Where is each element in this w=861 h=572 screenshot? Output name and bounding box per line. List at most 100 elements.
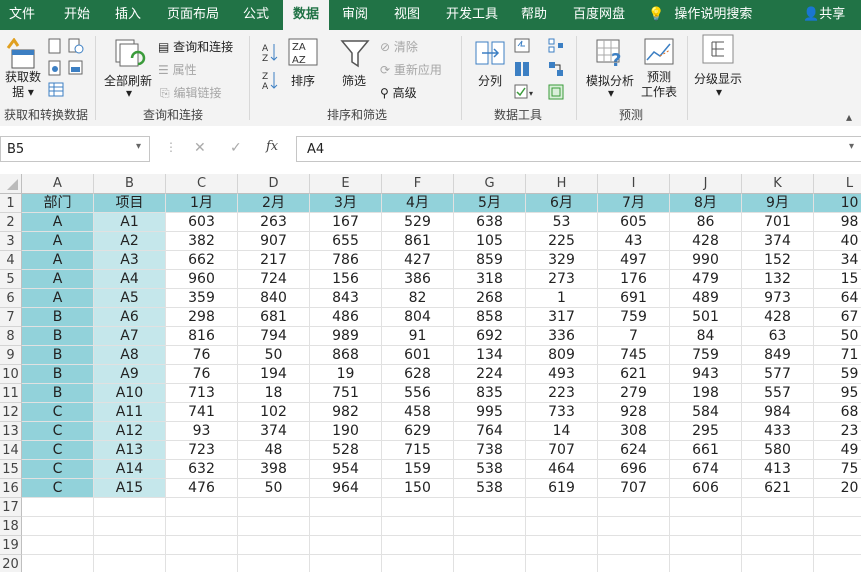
cell-D15[interactable]: 398 bbox=[238, 460, 310, 479]
cell-L18[interactable] bbox=[814, 517, 861, 536]
cell-L2[interactable]: 98 bbox=[814, 213, 861, 232]
cell-D14[interactable]: 48 bbox=[238, 441, 310, 460]
filter-button[interactable]: 筛选 bbox=[342, 72, 366, 89]
cell-C16[interactable]: 476 bbox=[166, 479, 238, 498]
cell-I7[interactable]: 759 bbox=[598, 308, 670, 327]
column-header-F[interactable]: F bbox=[382, 174, 454, 194]
sort-az-icon[interactable]: AZ bbox=[262, 42, 278, 65]
column-header-C[interactable]: C bbox=[166, 174, 238, 194]
sort-button[interactable]: 排序 bbox=[291, 72, 315, 89]
sort-za-icon[interactable]: ZA bbox=[262, 70, 278, 93]
cell-E11[interactable]: 751 bbox=[310, 384, 382, 403]
cell-A7[interactable]: B bbox=[22, 308, 94, 327]
cell-J14[interactable]: 661 bbox=[670, 441, 742, 460]
cell-I4[interactable]: 497 bbox=[598, 251, 670, 270]
cell-C11[interactable]: 713 bbox=[166, 384, 238, 403]
cell-F9[interactable]: 601 bbox=[382, 346, 454, 365]
cell-E1[interactable]: 3月 bbox=[310, 194, 382, 213]
cell-F6[interactable]: 82 bbox=[382, 289, 454, 308]
cell-F16[interactable]: 150 bbox=[382, 479, 454, 498]
cell-A2[interactable]: A bbox=[22, 213, 94, 232]
cell-C13[interactable]: 93 bbox=[166, 422, 238, 441]
cell-H15[interactable]: 464 bbox=[526, 460, 598, 479]
cell-J1[interactable]: 8月 bbox=[670, 194, 742, 213]
cell-C5[interactable]: 960 bbox=[166, 270, 238, 289]
cell-C10[interactable]: 76 bbox=[166, 365, 238, 384]
cell-D10[interactable]: 194 bbox=[238, 365, 310, 384]
cell-F17[interactable] bbox=[382, 498, 454, 517]
cell-E16[interactable]: 964 bbox=[310, 479, 382, 498]
cell-I19[interactable] bbox=[598, 536, 670, 555]
cell-C14[interactable]: 723 bbox=[166, 441, 238, 460]
consolidate-icon[interactable] bbox=[548, 38, 564, 57]
cell-I14[interactable]: 624 bbox=[598, 441, 670, 460]
cell-K9[interactable]: 849 bbox=[742, 346, 814, 365]
column-header-J[interactable]: J bbox=[670, 174, 742, 194]
column-header-L[interactable]: L bbox=[814, 174, 861, 194]
cell-E19[interactable] bbox=[310, 536, 382, 555]
cell-F12[interactable]: 458 bbox=[382, 403, 454, 422]
cell-L6[interactable]: 64 bbox=[814, 289, 861, 308]
cell-J6[interactable]: 489 bbox=[670, 289, 742, 308]
cell-A20[interactable] bbox=[22, 555, 94, 572]
cell-C2[interactable]: 603 bbox=[166, 213, 238, 232]
cell-C15[interactable]: 632 bbox=[166, 460, 238, 479]
row-header-2[interactable]: 2 bbox=[0, 213, 22, 232]
cell-L12[interactable]: 68 bbox=[814, 403, 861, 422]
get-data-button[interactable]: 获取数据 ▾ bbox=[3, 70, 43, 100]
cell-K12[interactable]: 984 bbox=[742, 403, 814, 422]
cell-E17[interactable] bbox=[310, 498, 382, 517]
row-header-18[interactable]: 18 bbox=[0, 517, 22, 536]
cell-A1[interactable]: 部门 bbox=[22, 194, 94, 213]
cell-B17[interactable] bbox=[94, 498, 166, 517]
cell-K19[interactable] bbox=[742, 536, 814, 555]
cell-B9[interactable]: A8 bbox=[94, 346, 166, 365]
cell-I2[interactable]: 605 bbox=[598, 213, 670, 232]
cell-B7[interactable]: A6 bbox=[94, 308, 166, 327]
cell-K5[interactable]: 132 bbox=[742, 270, 814, 289]
cell-I16[interactable]: 707 bbox=[598, 479, 670, 498]
row-header-10[interactable]: 10 bbox=[0, 365, 22, 384]
cell-A10[interactable]: B bbox=[22, 365, 94, 384]
cell-J2[interactable]: 86 bbox=[670, 213, 742, 232]
cell-F1[interactable]: 4月 bbox=[382, 194, 454, 213]
cell-H9[interactable]: 809 bbox=[526, 346, 598, 365]
cell-K4[interactable]: 152 bbox=[742, 251, 814, 270]
cell-B13[interactable]: A12 bbox=[94, 422, 166, 441]
cell-A18[interactable] bbox=[22, 517, 94, 536]
row-header-14[interactable]: 14 bbox=[0, 441, 22, 460]
cell-D19[interactable] bbox=[238, 536, 310, 555]
row-header-5[interactable]: 5 bbox=[0, 270, 22, 289]
cell-C9[interactable]: 76 bbox=[166, 346, 238, 365]
cell-L5[interactable]: 15 bbox=[814, 270, 861, 289]
cell-B11[interactable]: A10 bbox=[94, 384, 166, 403]
cell-H13[interactable]: 14 bbox=[526, 422, 598, 441]
cell-D2[interactable]: 263 bbox=[238, 213, 310, 232]
cell-D9[interactable]: 50 bbox=[238, 346, 310, 365]
cell-L15[interactable]: 75 bbox=[814, 460, 861, 479]
cell-L16[interactable]: 20 bbox=[814, 479, 861, 498]
cell-C17[interactable] bbox=[166, 498, 238, 517]
remove-duplicates-icon[interactable] bbox=[514, 61, 530, 80]
cell-C7[interactable]: 298 bbox=[166, 308, 238, 327]
cell-I1[interactable]: 7月 bbox=[598, 194, 670, 213]
cell-L10[interactable]: 59 bbox=[814, 365, 861, 384]
cell-J12[interactable]: 584 bbox=[670, 403, 742, 422]
refresh-dropdown[interactable]: ▾ bbox=[126, 86, 132, 100]
row-header-1[interactable]: 1 bbox=[0, 194, 22, 213]
worksheet-grid[interactable]: A B C D E F G H I J K L 1 2 3 4 5 6 7 8 9 10 11 12 13 14 15 16 17 18 1… bbox=[0, 174, 861, 572]
cell-H1[interactable]: 6月 bbox=[526, 194, 598, 213]
cell-A11[interactable]: B bbox=[22, 384, 94, 403]
cell-I6[interactable]: 691 bbox=[598, 289, 670, 308]
tab-0[interactable]: 文件 bbox=[0, 0, 44, 30]
cell-G15[interactable]: 538 bbox=[454, 460, 526, 479]
cell-G1[interactable]: 5月 bbox=[454, 194, 526, 213]
forecast-sheet-button[interactable]: 预测 工作表 bbox=[641, 70, 677, 100]
column-header-H[interactable]: H bbox=[526, 174, 598, 194]
edit-links-button[interactable]: ⎘ 编辑链接 bbox=[160, 84, 221, 101]
relationships-icon[interactable] bbox=[548, 61, 564, 80]
row-header-3[interactable]: 3 bbox=[0, 232, 22, 251]
cell-E13[interactable]: 190 bbox=[310, 422, 382, 441]
name-box[interactable]: B5 ▾ bbox=[0, 136, 150, 162]
cell-B4[interactable]: A3 bbox=[94, 251, 166, 270]
